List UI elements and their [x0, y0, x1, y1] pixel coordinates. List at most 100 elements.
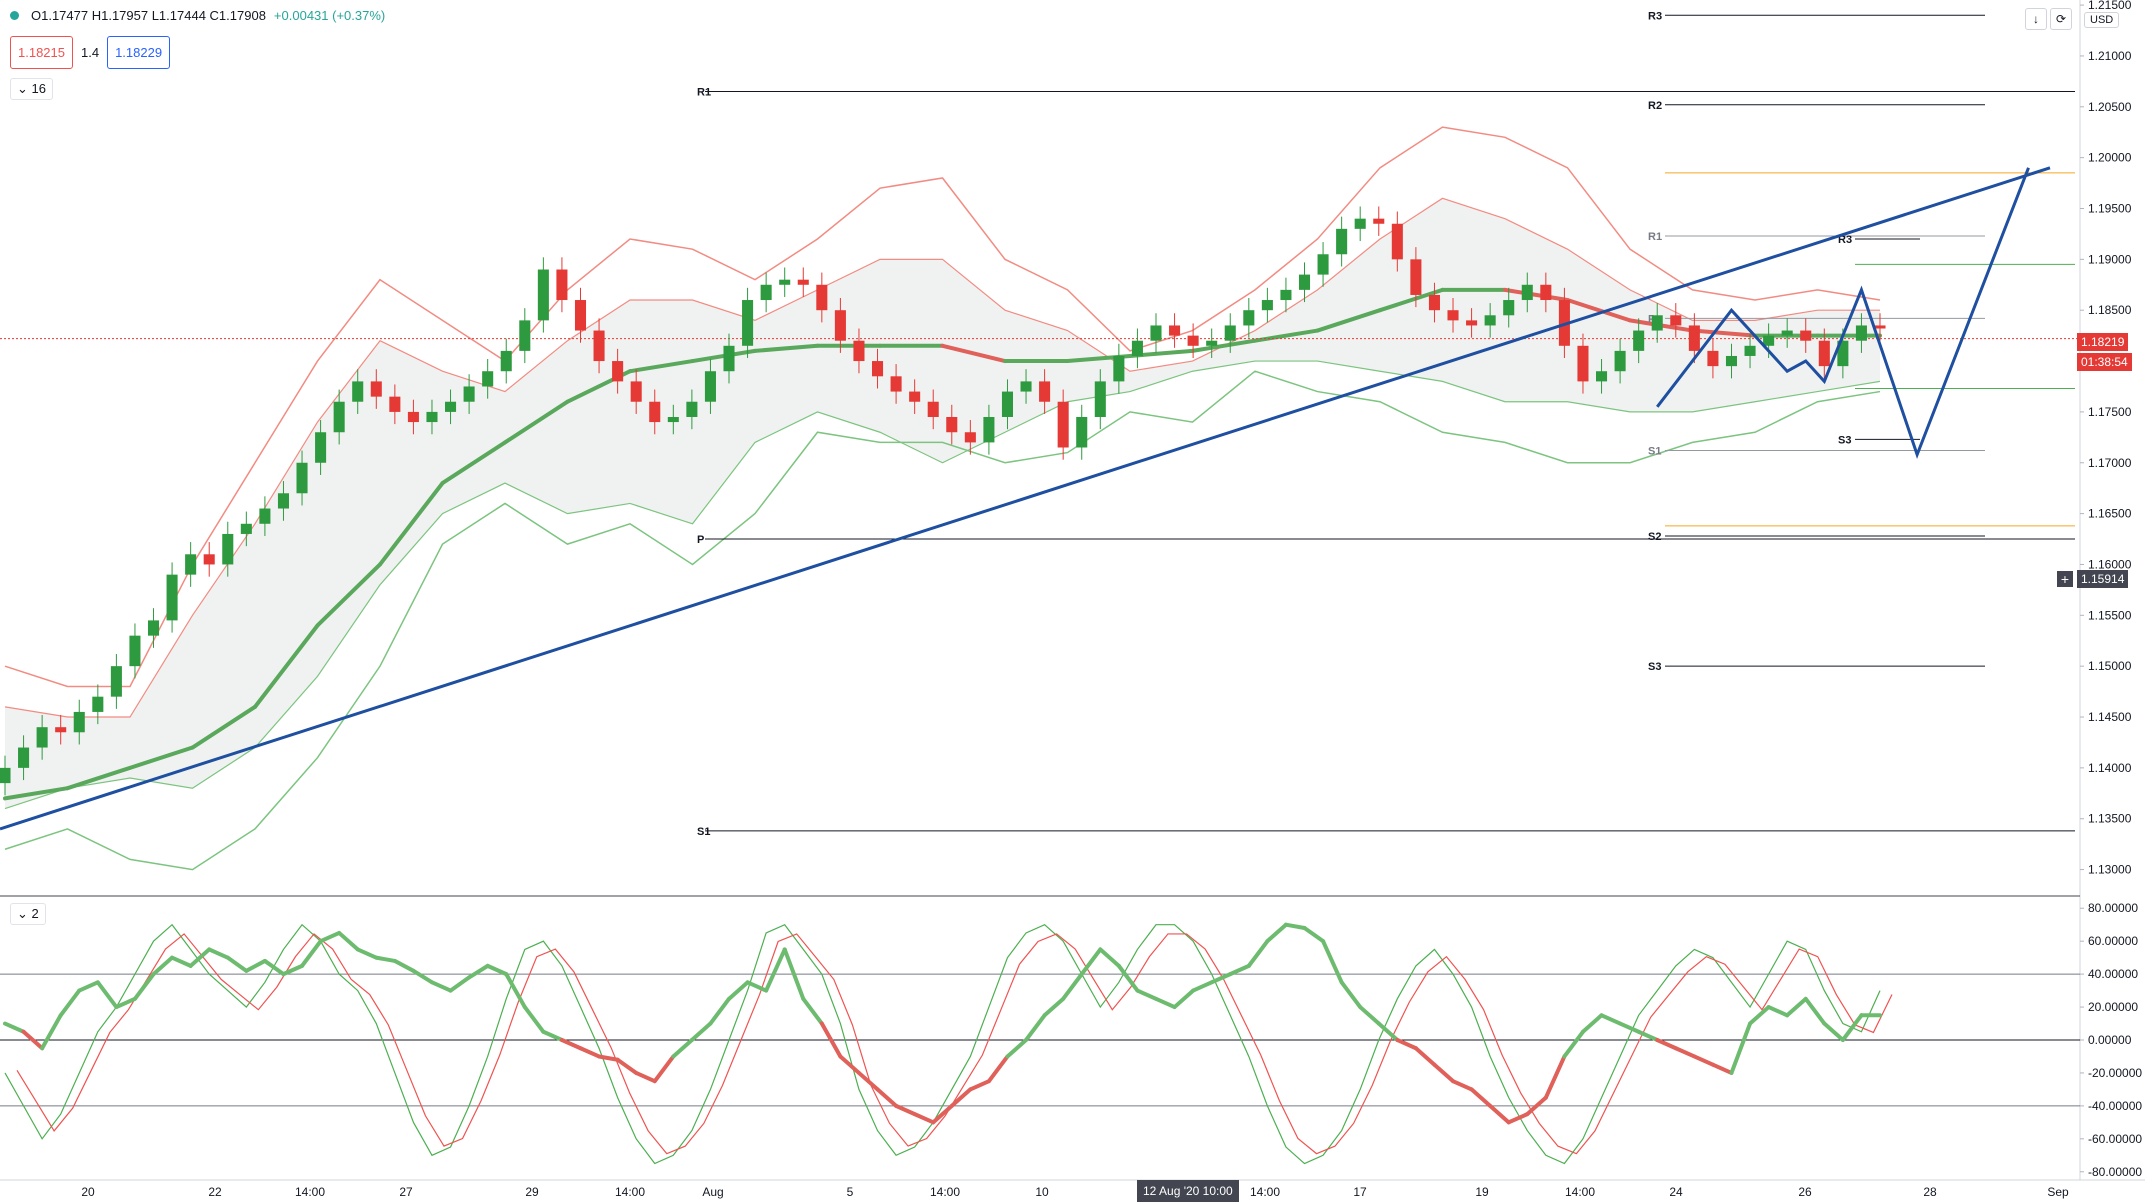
sell-button[interactable]: 1.18215 [10, 36, 73, 69]
y-tick-label: 1.14000 [2088, 761, 2132, 775]
candle-body [110, 666, 122, 697]
x-tick-label: 29 [525, 1185, 539, 1199]
chart-canvas[interactable]: 1.21500 1.21000 1.20500 1.20000 1.19500 1.190… [0, 0, 2145, 1203]
x-tick-label: 14:00 [1250, 1185, 1280, 1199]
currency-label[interactable]: USD [2084, 12, 2120, 28]
candle-body [445, 401, 457, 412]
osc-slow-segment [1469, 1087, 1493, 1108]
candle-body [1317, 254, 1329, 275]
osc-slow-segment [77, 980, 100, 993]
osc-slow-segment [1283, 922, 1307, 930]
candle-body [222, 533, 234, 565]
osc-slow-segment [949, 1087, 973, 1108]
osc-slow-segment [1079, 947, 1103, 977]
candle-body [185, 554, 197, 575]
osc-slow-segment [1822, 1021, 1845, 1042]
ohlc-values: O1.17477 H1.17957 L1.17444 C1.17908 [31, 8, 266, 23]
ohlc-legend: O1.17477 H1.17957 L1.17444 C1.17908 +0.0… [10, 8, 385, 23]
chevron-down-icon: ⌄ [17, 81, 28, 96]
y-tick-label: 1.17500 [2088, 405, 2132, 419]
candle-body [1744, 345, 1756, 356]
candle-body [147, 620, 160, 636]
candle-body [537, 269, 549, 321]
osc-slow-segment [1562, 1029, 1585, 1059]
pivot-label-small: S3 [1838, 434, 1851, 446]
osc-slow-segment [1748, 1005, 1771, 1026]
osc-slow-segment [1321, 939, 1344, 985]
osc-slow-segment [1506, 1112, 1530, 1125]
candle-body [1651, 315, 1663, 331]
candle-body [649, 401, 661, 423]
candle-body [55, 727, 67, 733]
osc-slow-segment [764, 947, 787, 993]
x-tick-label: Aug [702, 1185, 723, 1199]
candle-body [1447, 310, 1459, 321]
osc-slow-segment [467, 963, 490, 980]
candle-body [1540, 284, 1552, 301]
osc-slow-segment [429, 980, 453, 993]
osc-slow-segment [801, 996, 824, 1026]
candle-body [389, 396, 401, 412]
candle-body [909, 391, 921, 402]
candle-body [1354, 218, 1366, 229]
x-tick-label: Sep [2047, 1185, 2069, 1199]
oscillator-toggle[interactable]: ⌄ 2 [10, 903, 46, 925]
candle-body [871, 361, 884, 377]
osc-slow-segment [1098, 947, 1121, 968]
y-tick-label: 1.20500 [2088, 100, 2132, 114]
osc-slow-segment [95, 980, 119, 1010]
buy-button[interactable]: 1.18229 [107, 36, 171, 69]
candle-body [1261, 300, 1273, 311]
plus-icon[interactable]: + [2057, 571, 2073, 587]
osc-y-tick-label: -40.00000 [2088, 1099, 2142, 1113]
osc-slow-segment [1135, 988, 1158, 1001]
candle-body [1076, 416, 1088, 448]
y-tick-label: 1.21500 [2088, 0, 2132, 12]
candle-body [463, 386, 475, 402]
candle-body [36, 727, 48, 748]
osc-slow-segment [355, 947, 379, 960]
candle-body [1336, 228, 1348, 255]
y-tick-label: 1.16500 [2088, 507, 2132, 521]
pivot-label-right: R3 [1648, 10, 1662, 22]
candle-body [1763, 335, 1775, 346]
osc-y-tick-label: -60.00000 [2088, 1132, 2142, 1146]
chevron-down-icon: ⌄ [17, 906, 28, 921]
osc-slow-segment [392, 958, 416, 973]
candle-body [1633, 330, 1645, 351]
x-tick-label: 10 [1035, 1185, 1049, 1199]
candle-body [1521, 284, 1533, 301]
quote-row: 1.18215 1.4 1.18229 [10, 36, 171, 69]
candle-body [1596, 371, 1608, 382]
osc-slow-segment [559, 1038, 583, 1051]
candle-body [946, 416, 958, 433]
osc-slow-segment [986, 1054, 1010, 1084]
candle-body [1187, 335, 1199, 346]
osc-y-tick-label: 60.00000 [2088, 934, 2138, 948]
osc-slow-segment [40, 1013, 63, 1051]
x-tick-label: 20 [81, 1185, 95, 1199]
refresh-icon[interactable]: ⟳ [2050, 8, 2072, 30]
main-indicators-toggle[interactable]: ⌄ 16 [10, 78, 53, 100]
arrow-down-icon[interactable]: ↓ [2025, 8, 2047, 30]
candle-body [1503, 300, 1515, 316]
candle-body [834, 310, 846, 341]
candle-body [1243, 310, 1255, 326]
osc-slow-segment [1710, 1062, 1734, 1075]
candle-body [333, 401, 345, 433]
status-dot-icon [10, 11, 19, 20]
pivot-label: P [697, 534, 704, 546]
osc-slow-segment [1785, 996, 1808, 1018]
osc-slow-segment [411, 968, 434, 985]
x-tick-label: 26 [1798, 1185, 1812, 1199]
x-tick-label: 19 [1475, 1185, 1489, 1199]
y-tick-label: 1.13000 [2088, 863, 2132, 877]
candle-body [370, 381, 382, 397]
candle-body [352, 381, 364, 402]
spread-value: 1.4 [81, 45, 100, 60]
candle-body [1169, 325, 1181, 336]
candle-body [1224, 325, 1236, 341]
candle-body [1800, 330, 1812, 341]
x-tick-label: 5 [847, 1185, 854, 1199]
osc-y-tick-label: 40.00000 [2088, 967, 2138, 981]
